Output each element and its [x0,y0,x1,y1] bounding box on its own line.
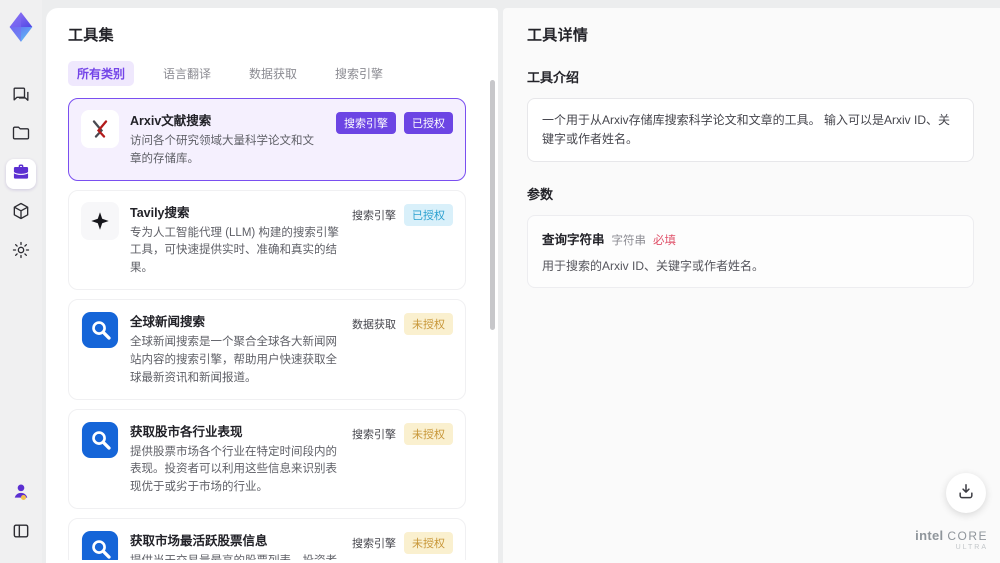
tool-description: 专为人工智能代理 (LLM) 构建的搜索引擎工具，可快速提供实时、准确和真实的结… [130,226,339,275]
tool-card[interactable]: Arxiv文献搜索 访问各个研究领域大量科学论文和文章的存储库。 搜索引擎 已授… [68,98,466,181]
auth-status-badge: 已授权 [404,203,453,226]
auth-status-badge: 未授权 [404,531,453,554]
tool-card[interactable]: 获取股市各行业表现 提供股票市场各个行业在特定时间段内的表现。投资者可以利用这些… [68,408,466,509]
tool-detail-panel: 工具详情 工具介绍 一个用于从Arxiv存储库搜索科学论文和文章的工具。 输入可… [503,8,1000,563]
auth-status-badge: 已授权 [404,112,453,134]
chat-icon [11,84,31,109]
category-badge: 数据获取 [352,319,396,332]
tool-name: Tavily搜索 [130,205,190,220]
param-name: 查询字符串 [542,233,605,248]
tavily-star-icon [81,201,119,240]
auth-status-badge: 未授权 [404,313,453,336]
category-badge: 搜索引擎 [352,209,396,222]
tool-list: Arxiv文献搜索 访问各个研究领域大量科学论文和文章的存储库。 搜索引擎 已授… [68,98,480,560]
tab-3[interactable]: 搜索引擎 [326,61,392,86]
tool-name: 获取市场最活跃股票信息 [130,533,268,548]
download-button[interactable] [946,473,986,513]
briefcase-icon [11,162,31,187]
panel-toggle-icon [11,521,31,546]
intro-text: 一个用于从Arxiv存储库搜索科学论文和文章的工具。 输入可以是Arxiv ID… [527,98,974,163]
cube-icon [11,201,31,226]
intro-heading: 工具介绍 [527,70,580,85]
param-type: 字符串 [611,235,647,248]
auth-status-badge: 未授权 [404,422,453,445]
params-heading: 参数 [527,187,554,203]
tool-card[interactable]: Tavily搜索 专为人工智能代理 (LLM) 构建的搜索引擎工具，可快速提供实… [68,189,466,291]
stock-search-icon [81,421,119,459]
tool-description: 全球新闻搜索是一个聚合全球各大新闻网站内容的搜索引擎，帮助用户快速获取全球最新资… [130,336,337,384]
param-required-badge: 必填 [653,235,677,248]
tab-0[interactable]: 所有类别 [68,61,135,86]
tool-card[interactable]: 获取市场最活跃股票信息 提供当天交易量最高的股票列表，投资者可以利用这些信息来识… [68,517,466,560]
app-logo-icon [7,10,35,44]
toolset-title: 工具集 [68,27,114,44]
tool-name: Arxiv文献搜索 [130,114,212,128]
param-card: 查询字符串 字符串 必填 用于搜索的Arxiv ID、关键字或作者姓名。 [527,215,974,289]
rail-item-chat[interactable] [6,81,36,111]
detail-title: 工具详情 [527,27,589,44]
category-badge: 搜索引擎 [352,537,396,550]
rail-item-panel-toggle[interactable] [6,518,36,548]
tab-2[interactable]: 数据获取 [240,61,306,86]
tab-1[interactable]: 语言翻译 [154,61,220,86]
avatar-icon [11,481,31,506]
gear-icon [11,240,31,265]
rail-item-gear[interactable] [6,237,36,267]
list-scrollbar-thumb[interactable] [490,80,495,330]
toolset-panel: 工具集 所有类别 语言翻译 数据获取 搜索引擎 Arxiv文献搜索 访问各个研究领域大… [46,8,498,563]
tool-description: 提供当天交易量最高的股票列表，投资者可以利用这些信息来识别流动性强的股票和潜在的… [130,553,341,560]
param-description: 用于搜索的Arxiv ID、关键字或作者姓名。 [542,259,765,274]
arxiv-logo-icon [81,110,119,148]
rail-item-cube[interactable] [6,198,36,228]
intel-ultra-label: ULTRA [955,544,988,551]
left-rail [0,0,42,563]
main-area: 工具集 所有类别 语言翻译 数据获取 搜索引擎 Arxiv文献搜索 访问各个研究领域大… [46,8,1000,563]
folder-icon [11,123,31,148]
category-badge: 搜索引擎 [336,112,396,134]
tool-card[interactable]: 全球新闻搜索 全球新闻搜索是一个聚合全球各大新闻网站内容的搜索引擎，帮助用户快速… [68,299,466,400]
rail-item-avatar[interactable] [6,478,36,508]
intel-core-logo: intel CORE ULTRA [915,528,988,551]
download-icon [956,481,976,506]
tool-name: 全球新闻搜索 [130,315,206,330]
rail-item-folder[interactable] [6,120,36,150]
category-tabs: 所有类别 语言翻译 数据获取 搜索引擎 [68,61,480,86]
news-search-icon [81,311,119,349]
stock-search-icon [81,530,119,560]
category-badge: 搜索引擎 [352,428,396,441]
tool-description: 提供股票市场各个行业在特定时间段内的表现。投资者可以利用这些信息来识别表现优于或… [130,445,337,494]
tool-name: 获取股市各行业表现 [130,424,243,439]
tool-description: 访问各个研究领域大量科学论文和文章的存储库。 [130,135,314,165]
rail-item-briefcase[interactable] [6,159,36,189]
